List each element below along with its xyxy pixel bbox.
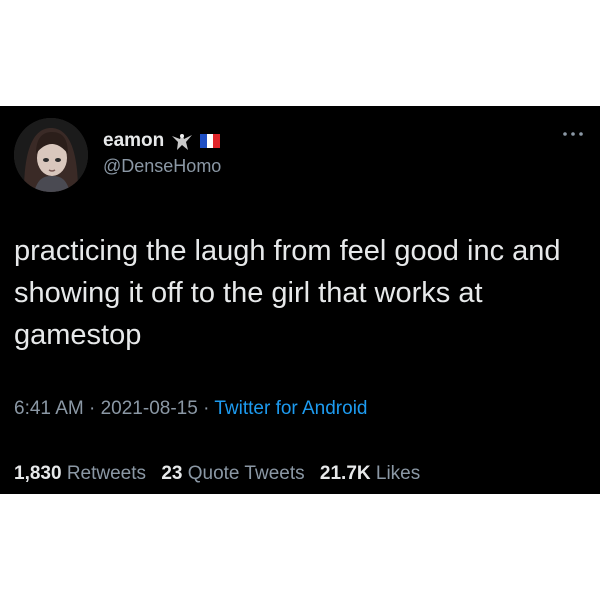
tweet-date[interactable]: 2021-08-15	[101, 398, 198, 419]
tweet-time[interactable]: 6:41 AM	[14, 398, 84, 419]
quote-tweets-stat[interactable]: 23 Quote Tweets	[161, 463, 310, 484]
france-flag-icon	[200, 134, 221, 148]
quote-tweets-count: 23	[161, 463, 183, 484]
retweets-stat[interactable]: 1,830 Retweets	[14, 463, 151, 484]
tweet-stats: 1,830 Retweets 23 Quote Tweets 21.7K Lik…	[14, 463, 430, 485]
tweet-meta: 6:41 AM · 2021-08-15 · Twitter for Andro…	[14, 398, 367, 420]
likes-count: 21.7K	[319, 463, 371, 484]
eagle-icon	[172, 134, 193, 150]
avatar[interactable]	[14, 118, 88, 192]
meta-separator: ·	[89, 398, 96, 419]
tweet-card: eamon @DenseHomo practicing the laugh fr…	[0, 106, 600, 494]
meta-separator: ·	[203, 398, 210, 419]
tweet-source-link[interactable]: Twitter for Android	[214, 398, 367, 419]
more-options-icon[interactable]	[562, 130, 584, 138]
retweets-count: 1,830	[14, 463, 62, 484]
anime-girl-avatar-icon	[14, 118, 88, 192]
tweet-text: practicing the laugh from feel good inc …	[14, 235, 561, 351]
likes-stat[interactable]: 21.7K Likes	[320, 463, 420, 484]
display-name[interactable]: eamon	[103, 130, 164, 152]
quote-tweets-label: Quote Tweets	[187, 463, 305, 484]
name-row: eamon	[103, 130, 221, 152]
user-handle[interactable]: @DenseHomo	[103, 156, 221, 177]
likes-label: Likes	[375, 463, 421, 484]
retweets-label: Retweets	[66, 463, 147, 484]
